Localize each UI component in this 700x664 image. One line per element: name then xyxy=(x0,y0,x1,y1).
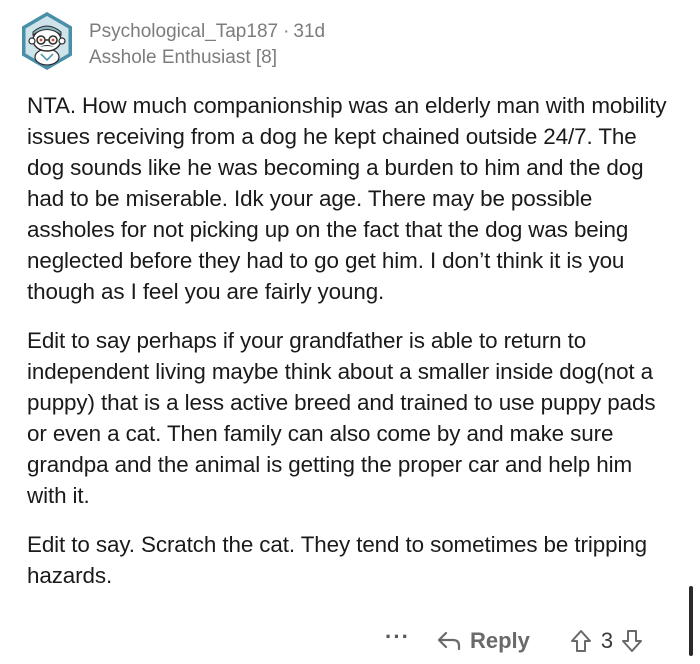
comment-paragraph: Edit to say. Scratch the cat. They tend … xyxy=(27,532,648,588)
user-flair: Asshole Enthusiast [8] xyxy=(89,47,277,68)
reply-label: Reply xyxy=(469,628,530,653)
scrollbar[interactable] xyxy=(689,586,693,656)
author-line: Psychological_Tap187 · 31d xyxy=(89,20,325,44)
downvote-arrow-icon[interactable] xyxy=(621,629,643,653)
comment-actions: ··· Reply 3 xyxy=(385,624,643,658)
upvote-arrow-icon[interactable] xyxy=(570,629,592,653)
reply-arrow-icon xyxy=(437,631,461,651)
avatar-icon xyxy=(22,12,72,70)
vote-controls: 3 xyxy=(570,628,643,654)
comment-header: Psychological_Tap187 · 31d Asshole Enthusi… xyxy=(16,10,325,74)
meta-separator: · xyxy=(283,21,290,42)
more-options-button[interactable]: ··· xyxy=(385,626,410,648)
comment-meta: Psychological_Tap187 · 31d Asshole Enthusi… xyxy=(89,10,325,70)
author-username[interactable]: Psychological_Tap187 xyxy=(89,21,278,42)
comment-body: NTA. How much companionship was an elder… xyxy=(27,90,677,609)
vote-score: 3 xyxy=(600,628,614,653)
comment-age: 31d xyxy=(293,21,326,42)
reply-button[interactable]: Reply xyxy=(436,628,530,654)
avatar[interactable] xyxy=(16,10,78,72)
comment-paragraph: NTA. How much companionship was an elder… xyxy=(27,93,667,304)
comment: Psychological_Tap187 · 31d Asshole Enthusi… xyxy=(0,0,700,664)
comment-paragraph: Edit to say perhaps if your grandfather … xyxy=(27,328,656,508)
